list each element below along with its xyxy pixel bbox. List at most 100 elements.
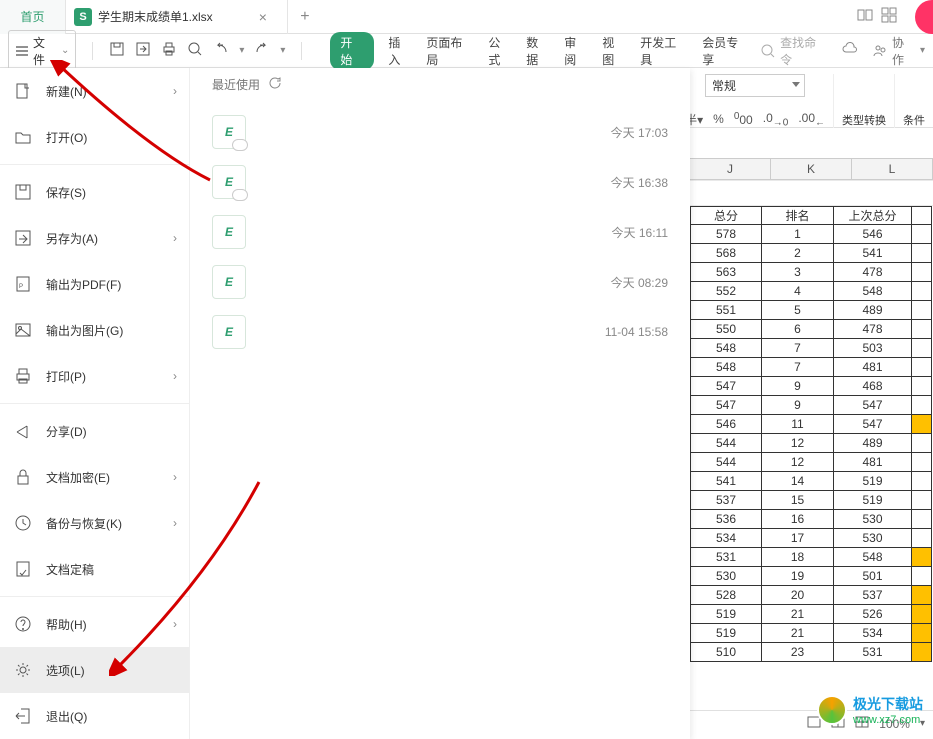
col-l[interactable]: L xyxy=(852,159,933,179)
tab-data[interactable]: 数据 xyxy=(526,34,550,68)
spreadsheet-icon: S xyxy=(74,8,92,26)
number-format-select[interactable]: 常规 xyxy=(705,74,805,97)
table-row[interactable]: 5515489 xyxy=(690,301,933,320)
toolbar: 文件 ⌄ ▾ ▾ 开始 插入 页面布局 公式 数据 审阅 视图 开发工具 会员专… xyxy=(0,34,933,68)
recent-time: 今天 17:03 xyxy=(611,124,668,141)
table-row[interactable]: 5487503 xyxy=(690,339,933,358)
menu-draft[interactable]: 文档定稿 xyxy=(0,546,189,592)
menu-exit[interactable]: 退出(Q) xyxy=(0,693,189,739)
tab-page[interactable]: 页面布局 xyxy=(426,34,474,68)
table-row[interactable]: 53417530 xyxy=(690,529,933,548)
recent-item[interactable]: E11-04 15:58 xyxy=(212,307,668,357)
menu-save[interactable]: 保存(S) xyxy=(0,169,189,215)
type-convert-label[interactable]: 类型转换 xyxy=(842,112,886,128)
redo-dropdown-icon[interactable]: ▾ xyxy=(280,45,285,56)
menu-image[interactable]: 输出为图片(G) xyxy=(0,307,189,353)
spreadsheet[interactable]: J K L 总分 排名 上次总分 57815465682541563347855… xyxy=(690,128,933,662)
table-row[interactable]: 53019501 xyxy=(690,567,933,586)
coop-button[interactable]: 协作 ▾ xyxy=(872,34,925,68)
menu-help[interactable]: 帮助(H) › xyxy=(0,601,189,647)
menu-saveas[interactable]: 另存为(A) › xyxy=(0,215,189,261)
table-row[interactable]: 5479468 xyxy=(690,377,933,396)
layout-grid-icon[interactable] xyxy=(881,7,897,26)
undo-dropdown-icon[interactable]: ▾ xyxy=(239,45,244,56)
table-row[interactable]: 53715519 xyxy=(690,491,933,510)
column-headers: J K L xyxy=(690,158,933,180)
inc-decimal-icon[interactable]: .0→0 xyxy=(763,111,789,128)
menu-draft-label: 文档定稿 xyxy=(46,561,94,578)
table-row[interactable]: 53616530 xyxy=(690,510,933,529)
close-tab-icon[interactable]: × xyxy=(259,9,267,25)
table-row[interactable]: 51023531 xyxy=(690,643,933,662)
table-row[interactable]: 51921534 xyxy=(690,624,933,643)
table-row[interactable]: 5506478 xyxy=(690,320,933,339)
recent-label: 最近使用 xyxy=(212,76,260,93)
redo-icon[interactable] xyxy=(254,41,270,60)
table-row[interactable]: 54114519 xyxy=(690,472,933,491)
menu-encrypt[interactable]: 文档加密(E) › xyxy=(0,454,189,500)
excel-file-icon: E xyxy=(212,265,246,299)
table-row[interactable]: 5524548 xyxy=(690,282,933,301)
table-row[interactable]: 54412481 xyxy=(690,453,933,472)
menu-image-label: 输出为图片(G) xyxy=(46,322,123,339)
cloud-icon[interactable] xyxy=(842,41,858,60)
tab-member[interactable]: 会员专享 xyxy=(702,34,750,68)
file-menu-button[interactable]: 文件 ⌄ xyxy=(8,30,76,72)
table-row[interactable]: 5487481 xyxy=(690,358,933,377)
menu-open[interactable]: 打开(O) xyxy=(0,114,189,160)
print-icon[interactable] xyxy=(161,41,177,60)
recent-time: 今天 16:38 xyxy=(611,174,668,191)
table-row[interactable]: 5479547 xyxy=(690,396,933,415)
table-row[interactable]: 51921526 xyxy=(690,605,933,624)
table-row[interactable]: 52820537 xyxy=(690,586,933,605)
tab-formula[interactable]: 公式 xyxy=(488,34,512,68)
menu-print[interactable]: 打印(P) › xyxy=(0,353,189,399)
recent-item[interactable]: E今天 16:11 xyxy=(212,207,668,257)
menu-saveas-label: 另存为(A) xyxy=(46,230,98,247)
save-as-icon[interactable] xyxy=(135,41,151,60)
chevron-down-icon: ▾ xyxy=(920,45,925,56)
document-tab[interactable]: S 学生期末成绩单1.xlsx × xyxy=(66,0,288,34)
recent-panel: 最近使用 E今天 17:03E今天 16:38E今天 16:11E今天 08:2… xyxy=(190,68,690,739)
comma-icon[interactable]: 000 xyxy=(734,111,753,127)
col-k[interactable]: K xyxy=(771,159,852,179)
menu-help-label: 帮助(H) xyxy=(46,616,87,633)
tab-insert[interactable]: 插入 xyxy=(388,34,412,68)
undo-icon[interactable] xyxy=(213,41,229,60)
save-icon[interactable] xyxy=(109,41,125,60)
table-row[interactable]: 54611547 xyxy=(690,415,933,434)
recent-time: 今天 16:11 xyxy=(612,224,668,241)
recent-item[interactable]: E今天 16:38 xyxy=(212,157,668,207)
tab-review[interactable]: 审阅 xyxy=(564,34,588,68)
menu-backup[interactable]: 备份与恢复(K) › xyxy=(0,500,189,546)
menu-share[interactable]: 分享(D) xyxy=(0,408,189,454)
hdr-total: 总分 xyxy=(690,206,762,225)
file-menu: 新建(N) › 打开(O) 保存(S) 另存为(A) › P 输出为PDF(F)… xyxy=(0,68,690,739)
percent-icon[interactable]: % xyxy=(713,112,724,126)
menu-new[interactable]: 新建(N) › xyxy=(0,68,189,114)
table-row[interactable]: 53118548 xyxy=(690,548,933,567)
home-tab[interactable]: 首页 xyxy=(0,0,66,34)
recent-item[interactable]: E今天 17:03 xyxy=(212,107,668,157)
table-row[interactable]: 5633478 xyxy=(690,263,933,282)
tab-view[interactable]: 视图 xyxy=(602,34,626,68)
command-search[interactable]: 查找命令 xyxy=(760,34,828,68)
menu-pdf-label: 输出为PDF(F) xyxy=(46,276,121,293)
menu-pdf[interactable]: P 输出为PDF(F) xyxy=(0,261,189,307)
refresh-icon[interactable] xyxy=(268,76,282,93)
cond-format-label[interactable]: 条件 xyxy=(903,112,925,128)
table-row[interactable]: 5781546 xyxy=(690,225,933,244)
table-row[interactable]: 54412489 xyxy=(690,434,933,453)
menu-open-label: 打开(O) xyxy=(46,129,87,146)
avatar-icon[interactable] xyxy=(915,0,933,34)
tab-dev[interactable]: 开发工具 xyxy=(640,34,688,68)
menu-options[interactable]: 选项(L) xyxy=(0,647,189,693)
col-j[interactable]: J xyxy=(690,159,771,179)
layout-thumb-icon[interactable] xyxy=(857,7,873,26)
preview-icon[interactable] xyxy=(187,41,203,60)
recent-item[interactable]: E今天 08:29 xyxy=(212,257,668,307)
dec-decimal-icon[interactable]: .00← xyxy=(798,111,825,128)
new-tab-button[interactable]: + xyxy=(288,8,322,26)
table-row[interactable]: 5682541 xyxy=(690,244,933,263)
tab-start[interactable]: 开始 xyxy=(330,32,374,70)
